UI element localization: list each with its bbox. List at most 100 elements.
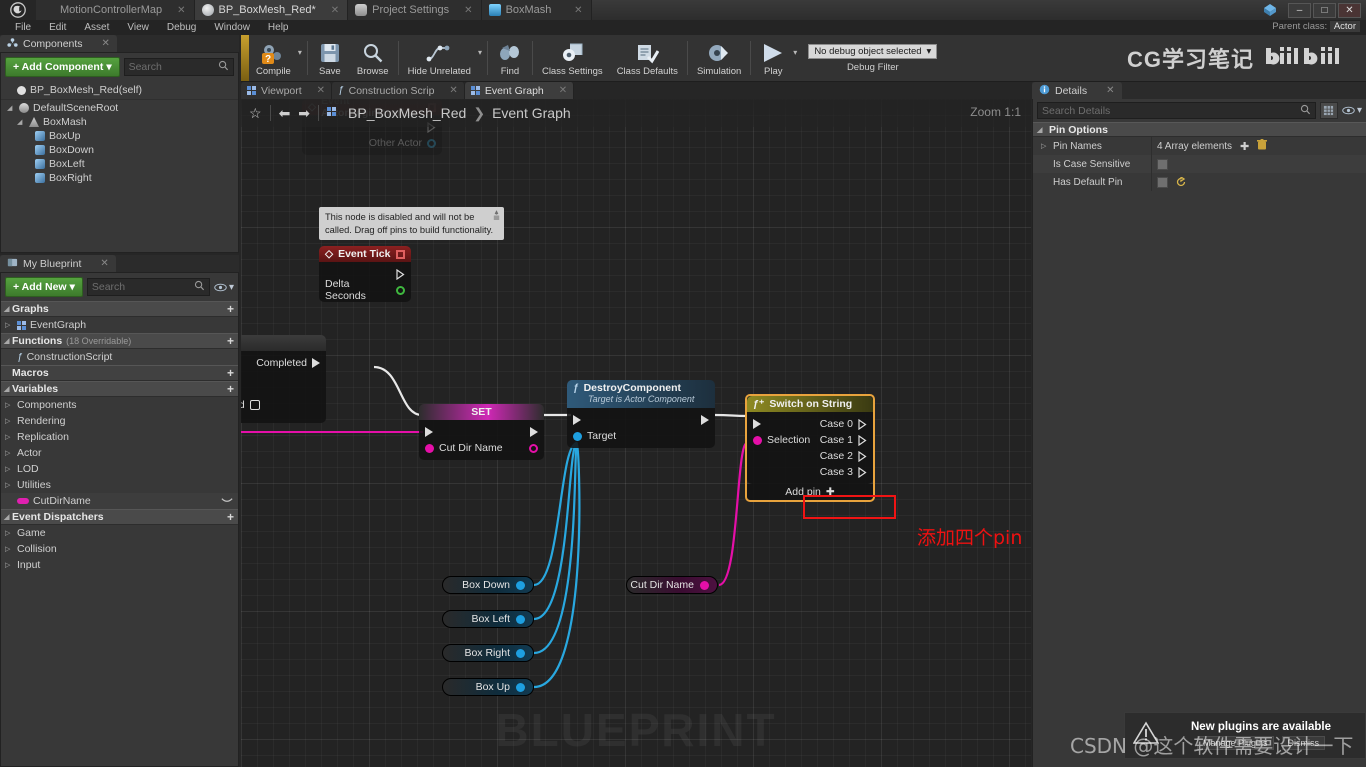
tab-event-graph[interactable]: Event Graph ✕ <box>464 82 575 99</box>
bool-pin-icon[interactable] <box>249 400 260 410</box>
node-switch-on-string[interactable]: ƒ⁺ Switch on String Case 0 Selection Cas… <box>745 394 875 502</box>
list-item-utilities[interactable]: ▷ Utilities <box>1 477 238 493</box>
exec-pin-in-icon[interactable] <box>573 415 581 425</box>
object-pin-icon[interactable] <box>516 614 525 624</box>
close-icon[interactable]: ✕ <box>1106 85 1114 96</box>
close-icon[interactable]: ✕ <box>564 5 582 16</box>
close-button[interactable]: ✕ <box>1338 2 1361 18</box>
exec-pin-icon[interactable] <box>858 434 867 446</box>
play-button[interactable]: Play <box>753 35 793 81</box>
section-variables[interactable]: ◢ Variables + <box>1 381 238 397</box>
chevron-right-icon[interactable]: ▷ <box>5 545 13 553</box>
string-out-pin-icon[interactable] <box>529 443 538 453</box>
tab-my-blueprint[interactable]: My Blueprint ✕ <box>0 255 116 272</box>
add-icon[interactable]: + <box>227 334 234 348</box>
details-row-pin-names[interactable]: ▷ Pin Names 4 Array elements ✚ <box>1033 137 1366 155</box>
exec-pin-in-icon[interactable] <box>425 427 433 437</box>
chevron-right-icon[interactable]: ▷ <box>5 417 13 425</box>
details-view-options-button[interactable]: ▾ <box>1342 105 1362 116</box>
window-controls[interactable]: – □ ✕ <box>1262 0 1366 20</box>
variable-get-box-up[interactable]: Box Up <box>442 678 534 696</box>
chevron-right-icon[interactable]: ▷ <box>5 529 13 537</box>
add-icon[interactable]: + <box>227 510 234 524</box>
object-pin-icon[interactable] <box>516 648 525 658</box>
visibility-options-button[interactable]: ▾ <box>214 282 234 293</box>
close-icon[interactable]: ✕ <box>449 85 457 96</box>
string-pin-icon[interactable] <box>753 435 762 445</box>
variable-get-box-right[interactable]: Box Right <box>442 644 534 662</box>
chevron-right-icon[interactable]: ▷ <box>5 321 13 329</box>
hide-unrelated-chevron-down-icon[interactable]: ▾ <box>478 48 485 69</box>
menu-item-edit[interactable]: Edit <box>40 20 75 35</box>
back-arrow-icon[interactable]: ⬅ <box>279 105 291 122</box>
list-item-input[interactable]: ▷ Input <box>1 557 238 573</box>
exec-pin-in-icon[interactable] <box>753 419 761 429</box>
pin-row-exec-case0[interactable]: Case 0 <box>747 416 873 432</box>
close-icon[interactable]: ✕ <box>100 258 108 269</box>
menu-bar[interactable]: File Edit Asset View Debug Window Help <box>0 20 1366 35</box>
favorite-star-icon[interactable]: ☆ <box>249 105 262 122</box>
chevron-down-icon[interactable]: ◢ <box>4 305 12 313</box>
list-item-replication[interactable]: ▷ Replication <box>1 429 238 445</box>
browse-button[interactable]: Browse <box>350 35 396 81</box>
tree-row[interactable]: BoxLeft <box>1 157 238 171</box>
pin-reset[interactable]: Reset <box>241 381 326 397</box>
chevron-right-icon[interactable]: ▷ <box>5 481 13 489</box>
plus-icon[interactable]: ✚ <box>1240 140 1249 153</box>
list-item-lod[interactable]: ▷ LOD <box>1 461 238 477</box>
reset-to-default-icon[interactable] <box>1176 175 1186 187</box>
tree-row[interactable]: BoxUp <box>1 129 238 143</box>
exec-pin-out-icon[interactable] <box>530 427 538 437</box>
exec-pin-out-icon[interactable] <box>701 415 709 425</box>
column-layout-button[interactable] <box>1319 102 1338 119</box>
chevron-down-icon[interactable]: ◢ <box>4 385 12 393</box>
play-options-chevron-down-icon[interactable]: ▾ <box>793 48 800 69</box>
save-button[interactable]: Save <box>310 35 350 81</box>
menu-item-debug[interactable]: Debug <box>158 20 205 35</box>
event-delegate-pin[interactable] <box>396 249 405 259</box>
window-tab-2[interactable]: Project Settings ✕ <box>348 0 482 20</box>
chevron-down-icon[interactable]: ◢ <box>7 104 15 112</box>
breadcrumb-graph[interactable]: Event Graph <box>492 105 571 121</box>
breadcrumb[interactable]: BP_BoxMesh_Red ❯ Event Graph <box>348 105 571 122</box>
class-defaults-button[interactable]: Class Defaults <box>610 35 685 81</box>
my-blueprint-search-input[interactable]: Search <box>86 278 210 296</box>
chevron-right-icon[interactable]: ▷ <box>5 465 13 473</box>
object-pin-icon[interactable] <box>516 682 525 692</box>
class-settings-button[interactable]: Class Settings <box>535 35 610 81</box>
close-icon[interactable]: ✕ <box>559 85 567 96</box>
string-pin-icon[interactable] <box>425 443 434 453</box>
has-default-pin-checkbox[interactable] <box>1157 176 1168 188</box>
list-item-eventgraph[interactable]: ▷ EventGraph <box>1 317 238 333</box>
simulation-button[interactable]: Simulation <box>690 35 748 81</box>
pin-other-actor[interactable]: Other Actor <box>302 135 442 151</box>
chevron-down-icon[interactable]: ◢ <box>4 337 12 345</box>
debug-object-select[interactable]: No debug object selected ▾ <box>808 43 938 59</box>
section-macros[interactable]: Macros + <box>1 365 238 381</box>
menu-item-file[interactable]: File <box>6 20 40 35</box>
node-set-cut-dir-name[interactable]: SET Cut Dir Name <box>419 404 544 460</box>
tab-viewport[interactable]: Viewport ✕ <box>241 82 333 99</box>
tab-details[interactable]: Details ✕ <box>1032 82 1122 99</box>
hide-unrelated-button[interactable]: Hide Unrelated <box>401 35 478 81</box>
forward-arrow-icon[interactable]: ➡ <box>298 105 310 122</box>
pin-exec-row[interactable] <box>567 412 715 428</box>
menu-item-view[interactable]: View <box>118 20 158 35</box>
breadcrumb-asset[interactable]: BP_BoxMesh_Red <box>348 105 466 121</box>
chevron-down-icon[interactable]: ◢ <box>17 118 25 126</box>
window-tab-strip[interactable]: MotionControllerMap ✕ BP_BoxMesh_Red* ✕ … <box>36 0 1262 20</box>
components-search-input[interactable]: Search <box>123 58 234 76</box>
variable-get-cut-dir-name[interactable]: Cut Dir Name <box>626 576 718 594</box>
menu-item-help[interactable]: Help <box>259 20 298 35</box>
components-tree[interactable]: BP_BoxMesh_Red(self) ◢ DefaultSceneRoot … <box>1 81 238 187</box>
section-graphs[interactable]: ◢ Graphs + <box>1 301 238 317</box>
pin-target[interactable]: Target <box>567 428 715 444</box>
close-icon[interactable]: ✕ <box>317 85 325 96</box>
trash-icon[interactable] <box>1257 139 1268 153</box>
add-new-button[interactable]: + Add New ▾ <box>5 277 83 297</box>
maximize-button[interactable]: □ <box>1313 2 1336 18</box>
tree-row[interactable]: ◢ BoxMash <box>1 115 238 129</box>
close-icon[interactable]: ✕ <box>321 5 339 16</box>
pin-start-closed[interactable]: Start Closed <box>241 397 326 413</box>
pin-tooltip-icon[interactable] <box>492 210 501 220</box>
